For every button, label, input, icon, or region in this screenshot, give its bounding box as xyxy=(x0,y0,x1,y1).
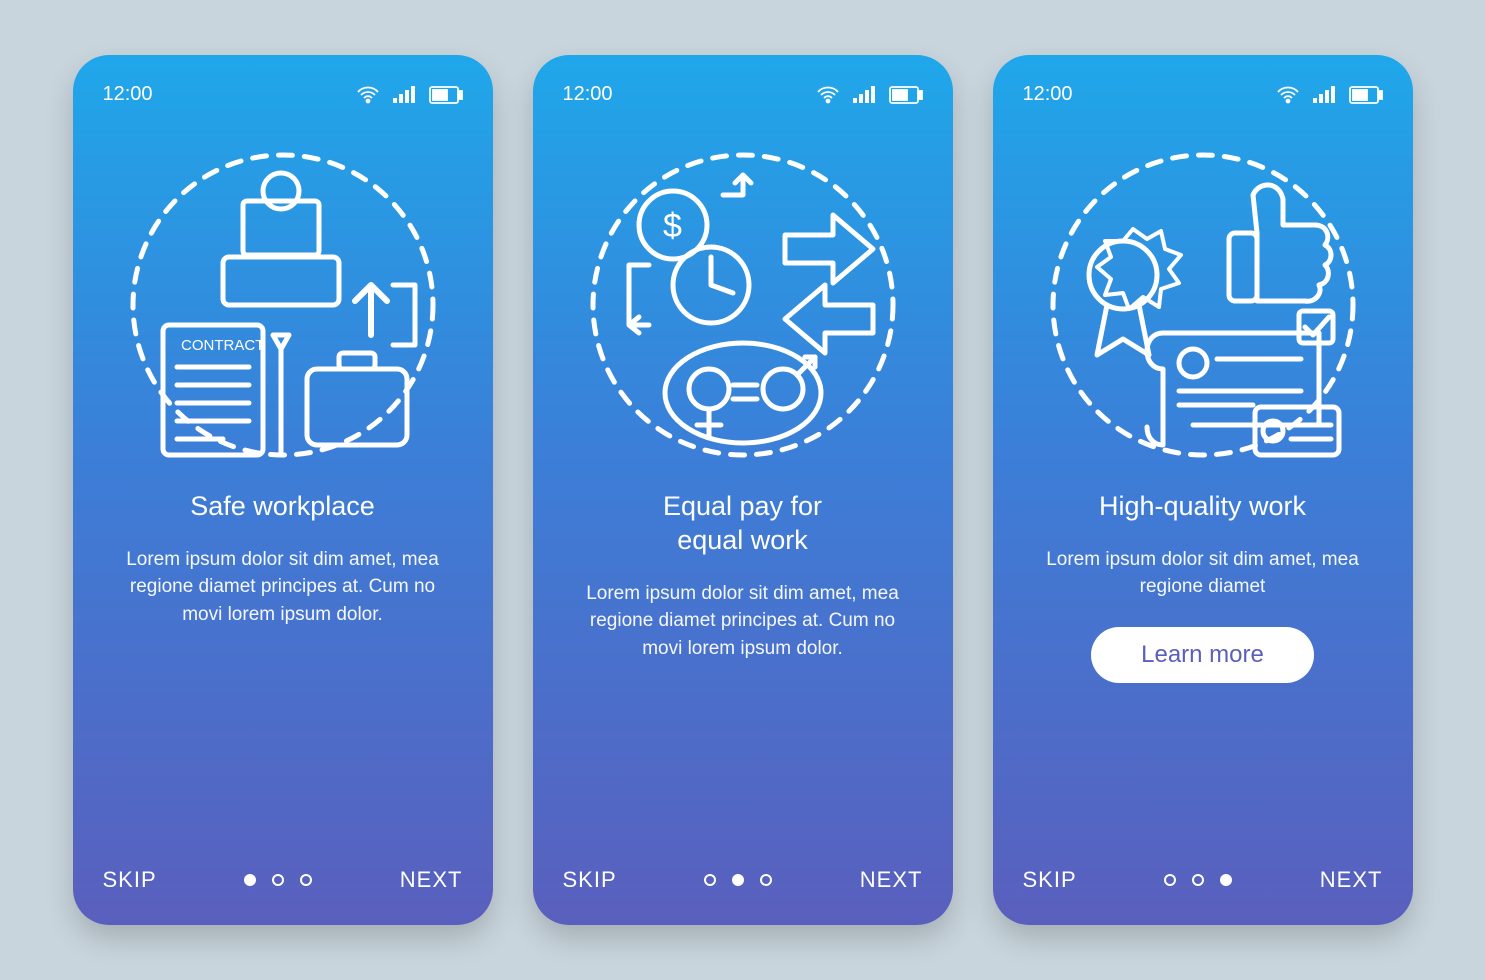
screen-title: Safe workplace xyxy=(123,490,443,524)
next-button[interactable]: NEXT xyxy=(400,867,463,893)
page-indicator xyxy=(1164,874,1232,886)
battery-icon xyxy=(1349,86,1383,104)
nav-row: SKIP NEXT xyxy=(103,867,463,893)
battery-icon xyxy=(889,86,923,104)
wifi-icon xyxy=(357,86,379,104)
dot-2[interactable] xyxy=(732,874,744,886)
page-indicator xyxy=(244,874,312,886)
nav-row: SKIP NEXT xyxy=(1023,867,1383,893)
screen-description: Lorem ipsum dolor sit dim amet, mea regi… xyxy=(1043,546,1363,601)
wifi-icon xyxy=(1277,86,1299,104)
screen-title: High-quality work xyxy=(1043,490,1363,524)
learn-more-button[interactable]: Learn more xyxy=(1091,627,1314,683)
equal-pay-illustration: $ xyxy=(563,130,923,480)
dot-1[interactable] xyxy=(704,874,716,886)
dot-1[interactable] xyxy=(1164,874,1176,886)
content-area: High-quality work Lorem ipsum dolor sit … xyxy=(1023,480,1383,867)
screen-description: Lorem ipsum dolor sit dim amet, mea regi… xyxy=(123,546,443,629)
dot-3[interactable] xyxy=(1220,874,1232,886)
status-bar: 12:00 xyxy=(1023,83,1383,106)
dot-1[interactable] xyxy=(244,874,256,886)
screen-title: Equal pay for equal work xyxy=(583,490,903,558)
skip-button[interactable]: SKIP xyxy=(563,867,617,893)
high-quality-illustration xyxy=(1023,130,1383,480)
signal-icon xyxy=(853,86,875,104)
safe-workplace-illustration: CONTRACT xyxy=(103,130,463,480)
dot-3[interactable] xyxy=(300,874,312,886)
onboarding-screen-2: 12:00 $ xyxy=(533,55,953,925)
svg-text:CONTRACT: CONTRACT xyxy=(181,337,264,354)
status-icons xyxy=(357,86,463,104)
status-bar: 12:00 xyxy=(103,83,463,106)
dot-2[interactable] xyxy=(272,874,284,886)
status-icons xyxy=(1277,86,1383,104)
status-time: 12:00 xyxy=(103,83,153,106)
onboarding-screen-1: 12:00 CONTRACT xyxy=(73,55,493,925)
next-button[interactable]: NEXT xyxy=(1320,867,1383,893)
status-bar: 12:00 xyxy=(563,83,923,106)
content-area: Safe workplace Lorem ipsum dolor sit dim… xyxy=(103,480,463,867)
onboarding-screen-3: 12:00 xyxy=(993,55,1413,925)
dot-3[interactable] xyxy=(760,874,772,886)
wifi-icon xyxy=(817,86,839,104)
screen-description: Lorem ipsum dolor sit dim amet, mea regi… xyxy=(583,580,903,663)
dot-2[interactable] xyxy=(1192,874,1204,886)
signal-icon xyxy=(393,86,415,104)
svg-text:$: $ xyxy=(663,207,682,245)
signal-icon xyxy=(1313,86,1335,104)
skip-button[interactable]: SKIP xyxy=(1023,867,1077,893)
battery-icon xyxy=(429,86,463,104)
status-time: 12:00 xyxy=(563,83,613,106)
status-icons xyxy=(817,86,923,104)
page-indicator xyxy=(704,874,772,886)
nav-row: SKIP NEXT xyxy=(563,867,923,893)
skip-button[interactable]: SKIP xyxy=(103,867,157,893)
status-time: 12:00 xyxy=(1023,83,1073,106)
next-button[interactable]: NEXT xyxy=(860,867,923,893)
content-area: Equal pay for equal work Lorem ipsum dol… xyxy=(563,480,923,867)
